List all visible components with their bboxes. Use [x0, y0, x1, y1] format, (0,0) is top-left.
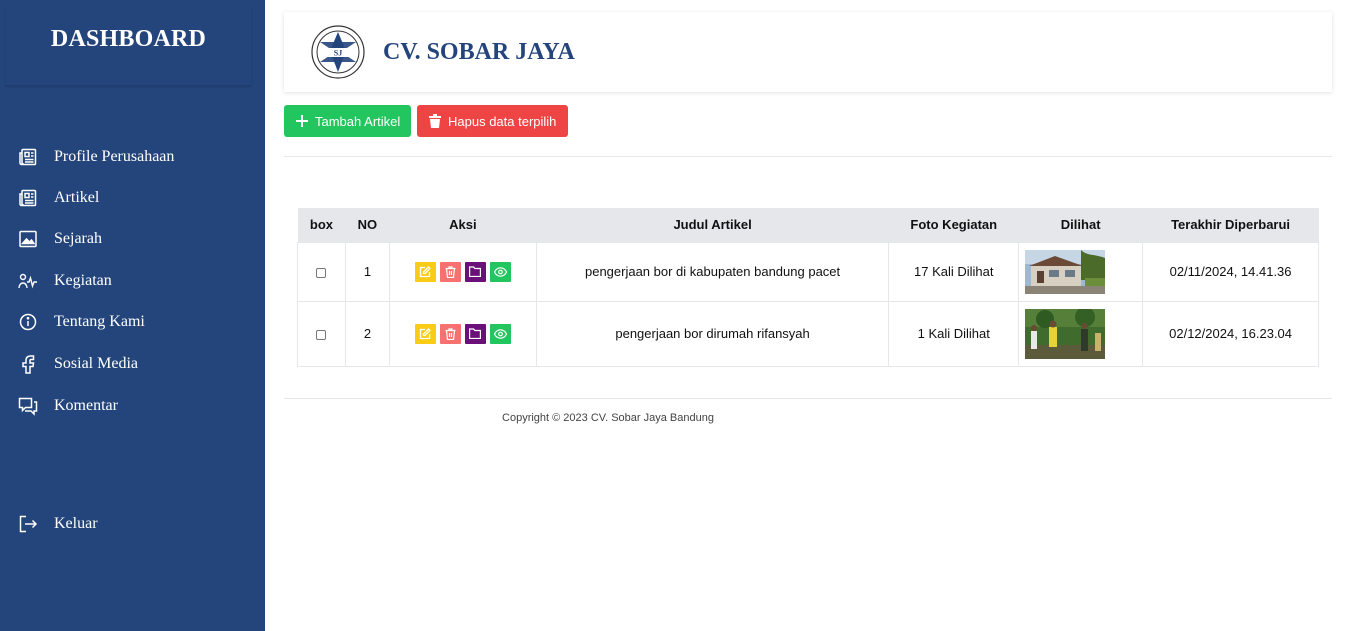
newspaper-icon: [18, 188, 38, 208]
facebook-icon: [18, 354, 38, 374]
folder-icon: [469, 328, 482, 339]
row-title: pengerjaan bor di kabupaten bandung pace…: [535, 241, 890, 302]
footer-copyright: Copyright © 2023 CV. Sobar Jaya Bandung: [502, 412, 714, 424]
plus-icon: [295, 114, 309, 128]
row-photo-cell: [1018, 300, 1144, 367]
edit-button[interactable]: [414, 261, 436, 282]
sidebar-item-sejarah[interactable]: Sejarah: [18, 227, 102, 251]
sidebar-item-kegiatan[interactable]: Kegiatan: [18, 269, 112, 293]
logout-icon: [18, 514, 38, 534]
sidebar-item-artikel[interactable]: Artikel: [18, 186, 99, 210]
image-icon: [18, 229, 38, 249]
sidebar-item-sosial-media[interactable]: Sosial Media: [18, 352, 138, 376]
sidebar-brand: DASHBOARD: [6, 6, 251, 86]
view-button[interactable]: [489, 261, 511, 282]
brand-title: DASHBOARD: [50, 26, 207, 52]
row-checkbox[interactable]: [316, 267, 327, 278]
row-actions: [388, 241, 537, 302]
company-logo: SJ: [310, 24, 366, 80]
svg-text:SJ: SJ: [334, 49, 342, 58]
info-icon: [18, 312, 38, 332]
trash-icon: [445, 265, 456, 278]
delete-selected-button[interactable]: Hapus data terpilih: [417, 105, 568, 137]
sidebar-item-label: Sosial Media: [54, 355, 138, 372]
add-article-label: Tambah Artikel: [315, 113, 401, 129]
row-views: 1 Kali Dilihat: [888, 300, 1020, 367]
row-photo-cell: [1018, 241, 1144, 302]
sidebar-item-label: Kegiatan: [54, 272, 112, 289]
divider: [284, 398, 1332, 399]
column-header-aksi: Aksi: [389, 208, 537, 242]
row-title: pengerjaan bor dirumah rifansyah: [535, 300, 890, 367]
logout-label: Keluar: [54, 515, 98, 532]
table-row: 1 pengerjaan bor di kabupaten bandung pa…: [297, 241, 1319, 302]
column-header-judul: Judul Artikel: [536, 208, 889, 242]
edit-button[interactable]: [414, 323, 436, 344]
sidebar-item-profile-perusahaan[interactable]: Profile Perusahaan: [18, 145, 174, 169]
row-updated: 02/12/2024, 16.23.04: [1142, 300, 1319, 367]
row-number: 1: [344, 241, 390, 302]
edit-icon: [420, 265, 432, 277]
trash-icon: [445, 327, 456, 340]
table-row: 2 pengerjaan bor dirumah rifansyah 1 Kal…: [297, 300, 1319, 367]
sidebar-item-label: Tentang Kami: [54, 313, 145, 330]
folder-icon: [469, 266, 482, 277]
sidebar-item-label: Komentar: [54, 397, 118, 414]
house-photo: [1025, 249, 1106, 294]
row-checkbox-cell: [297, 241, 346, 302]
comment-icon: [18, 396, 38, 416]
company-name: CV. SOBAR JAYA: [383, 39, 575, 65]
folder-button[interactable]: [464, 261, 486, 282]
logout-button[interactable]: Keluar: [18, 512, 98, 536]
workers-photo: [1025, 308, 1106, 359]
eye-icon: [493, 328, 507, 339]
trash-icon: [428, 114, 442, 128]
sidebar-item-komentar[interactable]: Komentar: [18, 394, 118, 418]
edit-icon: [420, 327, 432, 339]
column-header-no: NO: [345, 208, 390, 242]
page-header: SJ CV. SOBAR JAYA: [284, 12, 1332, 92]
column-header-updated: Terakhir Diperbarui: [1142, 208, 1319, 242]
sidebar-item-label: Artikel: [54, 189, 100, 206]
delete-button[interactable]: [439, 323, 461, 344]
newspaper-icon: [18, 147, 38, 167]
divider: [284, 156, 1332, 157]
column-header-dilihat: Dilihat: [1018, 208, 1143, 242]
row-actions: [388, 300, 537, 367]
row-checkbox-cell: [297, 300, 346, 367]
table-header-row: box NO Aksi Judul Artikel Foto Kegiatan …: [297, 208, 1319, 242]
row-views: 17 Kali Dilihat: [888, 241, 1020, 302]
row-number: 2: [344, 300, 390, 367]
add-article-button[interactable]: Tambah Artikel: [284, 105, 411, 137]
sidebar-item-tentang-kami[interactable]: Tentang Kami: [18, 310, 145, 334]
column-header-box: box: [297, 208, 346, 242]
sidebar-item-label: Profile Perusahaan: [54, 148, 175, 165]
view-button[interactable]: [489, 323, 511, 344]
delete-selected-label: Hapus data terpilih: [448, 113, 557, 129]
article-table: box NO Aksi Judul Artikel Foto Kegiatan …: [297, 208, 1319, 367]
delete-button[interactable]: [439, 261, 461, 282]
sidebar-item-label: Sejarah: [54, 230, 102, 247]
folder-button[interactable]: [464, 323, 486, 344]
eye-icon: [493, 266, 507, 277]
column-header-foto: Foto Kegiatan: [888, 208, 1019, 242]
sidebar: DASHBOARD Profile Perusahaan Artikel Sej…: [0, 0, 265, 631]
row-updated: 02/11/2024, 14.41.36: [1142, 241, 1319, 302]
row-checkbox[interactable]: [316, 329, 327, 340]
activity-icon: [18, 271, 38, 291]
